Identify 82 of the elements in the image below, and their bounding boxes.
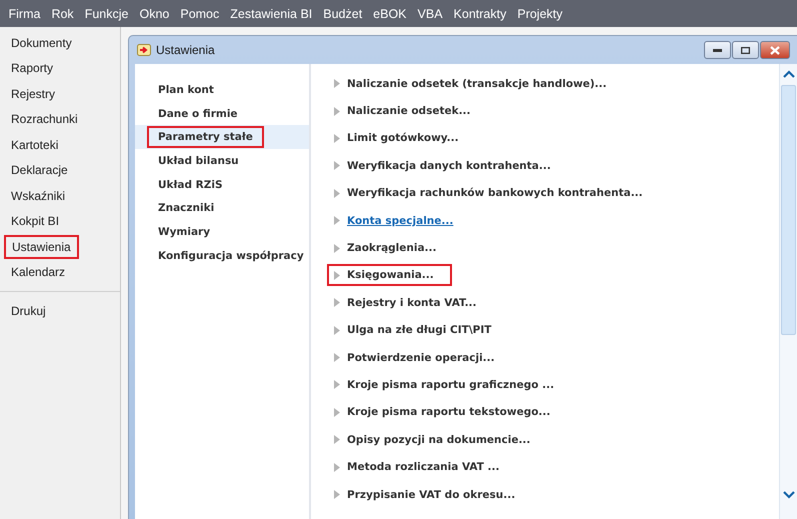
settings-link[interactable]: Konta specjalne... — [334, 214, 454, 227]
category-row[interactable]: Konfiguracja współpracy — [135, 244, 309, 268]
category-row[interactable]: Układ RZiS — [135, 172, 309, 196]
triangle-icon — [334, 134, 340, 143]
triangle-icon — [334, 188, 340, 198]
scrollbar-thumb[interactable] — [781, 85, 796, 335]
triangle-icon — [334, 435, 340, 444]
category-label: Wymiary — [158, 226, 210, 238]
sidebar-item[interactable]: Kartoteki — [11, 138, 58, 152]
settings-link[interactable]: Kroje pisma raportu graficznego ... — [334, 378, 554, 391]
category-row[interactable]: Znaczniki — [135, 196, 309, 220]
close-icon — [770, 46, 780, 54]
sidebar-item[interactable]: Rejestry — [11, 86, 56, 101]
settings-link[interactable]: Opisy pozycji na dokumencie... — [334, 434, 530, 446]
settings-link[interactable]: Metoda rozliczania VAT ... — [334, 461, 500, 474]
menu-item[interactable]: Zestawienia BI — [224, 6, 318, 20]
chevron-down-icon[interactable] — [782, 491, 794, 499]
category-row[interactable]: Wymiary — [135, 220, 309, 244]
settings-link[interactable]: Ulga na złe długi CIT\PIT — [334, 324, 492, 336]
triangle-icon — [334, 326, 340, 335]
category-row[interactable]: Dane o firmie — [135, 102, 309, 126]
sidebar-item[interactable]: Wskaźniki — [11, 188, 66, 203]
settings-link[interactable]: Zaokrąglenia... — [334, 242, 437, 254]
settings-link[interactable]: Weryfikacja rachunków bankowych kontrahenta... — [334, 187, 643, 200]
triangle-icon — [334, 244, 340, 253]
window-title: Ustawienia — [156, 43, 216, 57]
maximize-icon — [741, 46, 750, 54]
menu-item[interactable]: Kontrakty — [448, 6, 512, 20]
settings-link[interactable]: Naliczanie odsetek (transakcje handlowe)... — [334, 78, 607, 90]
menu-item[interactable]: Okno — [134, 6, 175, 20]
triangle-icon — [334, 408, 340, 417]
sidebar-item[interactable]: Kokpit BI — [11, 214, 60, 228]
triangle-icon — [334, 380, 340, 390]
category-label: Znaczniki — [158, 202, 214, 214]
category-label: Konfiguracja współpracy — [158, 250, 304, 262]
menu-item[interactable]: Pomoc — [174, 6, 225, 20]
sidebar-item[interactable]: Kalendarz — [11, 265, 66, 280]
category-label: Parametry stałe — [147, 126, 264, 148]
triangle-icon — [334, 106, 340, 116]
triangle-icon — [334, 161, 340, 170]
sidebar-item[interactable]: Rozrachunki — [11, 112, 78, 126]
menu-item[interactable]: Firma — [3, 6, 46, 20]
category-row[interactable]: Parametry stałe — [135, 125, 309, 150]
triangle-icon — [334, 270, 340, 280]
triangle-icon — [334, 216, 340, 226]
chevron-up-icon[interactable] — [782, 70, 794, 78]
settings-link[interactable]: Potwierdzenie operacji... — [334, 352, 495, 364]
menu-item[interactable]: Budżet — [318, 6, 368, 20]
scrollbar[interactable] — [779, 64, 797, 519]
triangle-icon — [334, 490, 340, 500]
arrow-icon — [137, 44, 151, 56]
sidebar-item[interactable]: Deklaracje — [11, 163, 68, 178]
menu-item[interactable]: Rok — [46, 6, 80, 20]
menu-item[interactable]: Projekty — [512, 6, 568, 20]
menu-item[interactable]: Funkcje — [79, 6, 134, 20]
triangle-icon — [334, 353, 340, 362]
minimize-button[interactable] — [704, 41, 731, 59]
category-label: Plan kont — [158, 84, 214, 96]
close-button[interactable] — [760, 41, 790, 59]
settings-link[interactable]: Przypisanie VAT do okresu... — [334, 488, 516, 501]
category-label: Układ RZiS — [158, 178, 223, 191]
minimize-icon — [713, 48, 722, 52]
sidebar-item[interactable]: Ustawienia — [4, 234, 79, 259]
settings-link[interactable]: Księgowania... — [327, 264, 452, 286]
category-label: Dane o firmie — [158, 108, 238, 120]
sidebar-item[interactable]: Drukuj — [11, 304, 46, 318]
sidebar-item[interactable]: Dokumenty — [11, 36, 72, 50]
settings-link[interactable]: Naliczanie odsetek... — [334, 105, 471, 118]
category-row[interactable]: Układ bilansu — [135, 149, 309, 173]
sidebar-item[interactable]: Raporty — [11, 61, 54, 76]
settings-link[interactable]: Rejestry i konta VAT... — [334, 296, 477, 309]
category-label: Układ bilansu — [158, 154, 239, 167]
maximize-button[interactable] — [732, 41, 759, 59]
triangle-icon — [334, 79, 340, 88]
category-row[interactable]: Plan kont — [135, 78, 309, 102]
settings-link[interactable]: Weryfikacja danych kontrahenta... — [334, 160, 551, 172]
triangle-icon — [334, 462, 340, 472]
triangle-icon — [334, 298, 340, 308]
settings-link[interactable]: Kroje pisma raportu tekstowego... — [334, 406, 550, 418]
menu-item[interactable]: VBA — [412, 6, 448, 20]
settings-link[interactable]: Limit gotówkowy... — [334, 132, 459, 144]
menu-item[interactable]: eBOK — [368, 6, 412, 20]
